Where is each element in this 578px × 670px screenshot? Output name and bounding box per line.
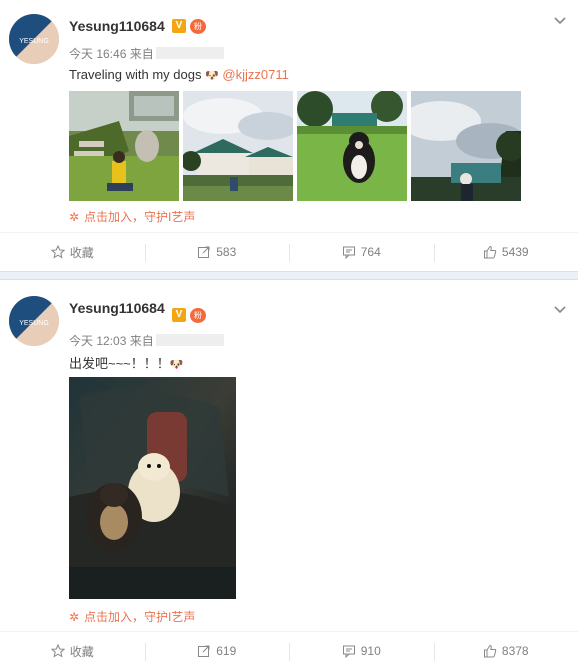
svg-text:YESUNG: YESUNG: [19, 320, 49, 327]
join-fanclub-link[interactable]: ✲点击加入，守护I艺声: [69, 208, 195, 225]
star-icon: [51, 245, 65, 259]
comment-icon: [342, 245, 356, 259]
photo-thumbnail-dog-lawn[interactable]: [297, 91, 407, 201]
post-text-body: Traveling with my dogs: [69, 67, 205, 82]
sparkle-icon: ✲: [69, 610, 81, 624]
avatar[interactable]: YESUNG: [9, 14, 59, 64]
post-time[interactable]: 今天 12:03: [69, 334, 126, 348]
like-button[interactable]: 5439: [434, 233, 578, 271]
comment-count: 764: [361, 245, 381, 259]
fan-medal-icon[interactable]: 粉: [190, 308, 206, 323]
photo-thumbnail-garden[interactable]: [69, 91, 179, 201]
source-blurred: [156, 334, 224, 346]
username[interactable]: Yesung110684: [69, 300, 165, 316]
verified-badge: V: [172, 308, 186, 322]
chevron-down-icon[interactable]: [552, 301, 568, 317]
weibo-post-2: YESUNG Yesung110684 V 粉 今天 12:03 来自 出发吧~…: [0, 281, 578, 668]
comment-button[interactable]: 910: [289, 632, 434, 670]
photo-thumbnail-house[interactable]: [183, 91, 293, 201]
action-bar: 收藏 619 910 8378: [0, 631, 578, 670]
dog-emoji-icon: 🐶: [170, 358, 184, 371]
username[interactable]: Yesung110684: [69, 18, 165, 34]
favorite-button[interactable]: 收藏: [0, 632, 145, 670]
dog-emoji-icon: 🐶: [205, 69, 219, 82]
like-count: 8378: [502, 644, 529, 658]
image-grid: [69, 91, 521, 201]
thumbs-up-icon: [483, 644, 497, 658]
comment-button[interactable]: 764: [289, 233, 434, 271]
feed-divider: [0, 271, 578, 280]
post-meta: 今天 16:46 来自: [69, 45, 224, 62]
post-meta: 今天 12:03 来自: [69, 332, 224, 349]
verified-badge: V: [172, 19, 186, 33]
post-text: Traveling with my dogs 🐶 @kjjzz0711: [69, 67, 289, 82]
repost-button[interactable]: 619: [145, 632, 290, 670]
post-source-label: 来自: [130, 47, 154, 61]
sparkle-icon: ✲: [69, 210, 81, 224]
favorite-label: 收藏: [70, 643, 94, 660]
star-icon: [51, 644, 65, 658]
source-blurred: [156, 47, 224, 59]
comment-count: 910: [361, 644, 381, 658]
post-text: 出发吧~~~！！！🐶: [69, 353, 183, 372]
repost-button[interactable]: 583: [145, 233, 290, 271]
favorite-label: 收藏: [70, 244, 94, 261]
post-source-label: 来自: [130, 334, 154, 348]
post-text-body: 出发吧~~~！！！: [69, 356, 170, 371]
fan-medal-icon[interactable]: 粉: [190, 19, 206, 34]
repost-count: 583: [216, 245, 236, 259]
repost-count: 619: [216, 644, 236, 658]
avatar[interactable]: YESUNG: [9, 296, 59, 346]
weibo-post-1: YESUNG Yesung110684 V 粉 今天 16:46 来自 Trav…: [0, 0, 578, 272]
join-fanclub-link[interactable]: ✲点击加入，守护I艺声: [69, 608, 195, 625]
thumbs-up-icon: [483, 245, 497, 259]
repost-icon: [197, 644, 211, 658]
post-time[interactable]: 今天 16:46: [69, 47, 126, 61]
action-bar: 收藏 583 764 5439: [0, 232, 578, 271]
chevron-down-icon[interactable]: [552, 12, 568, 28]
like-count: 5439: [502, 245, 529, 259]
join-fanclub-label: 点击加入，守护I艺声: [84, 210, 195, 224]
join-fanclub-label: 点击加入，守护I艺声: [84, 610, 195, 624]
repost-icon: [197, 245, 211, 259]
favorite-button[interactable]: 收藏: [0, 233, 145, 271]
like-button[interactable]: 8378: [434, 632, 578, 670]
comment-icon: [342, 644, 356, 658]
mention-link[interactable]: @kjjzz0711: [222, 67, 288, 82]
photo-dogs-in-car[interactable]: [69, 377, 236, 599]
svg-text:YESUNG: YESUNG: [19, 38, 49, 45]
photo-thumbnail-trees[interactable]: [411, 91, 521, 201]
